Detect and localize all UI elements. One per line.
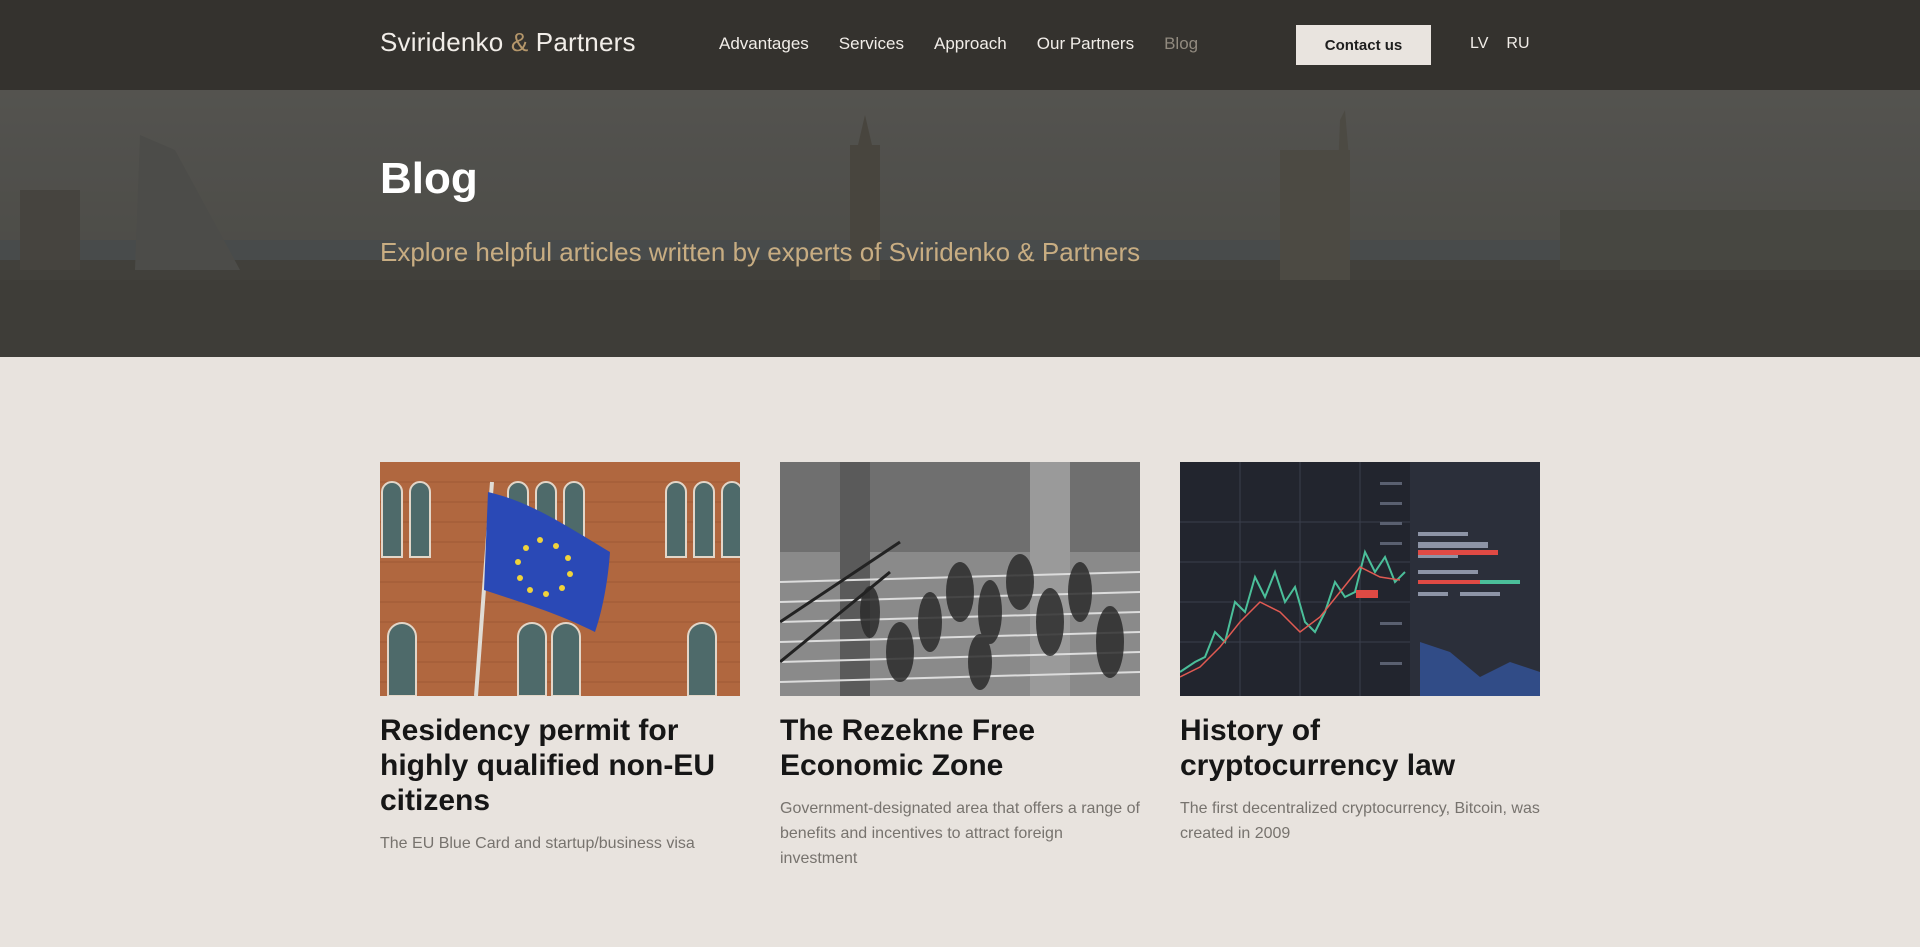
hero-banner: Blog Explore helpful articles written by… [0,90,1920,357]
nav-link-advantages[interactable]: Advantages [719,34,809,54]
blog-card-image-crypto-chart[interactable] [1180,462,1540,696]
hero-overlay [0,90,1920,357]
blog-card-title[interactable]: The Rezekne Free Economic Zone [780,713,1140,783]
blog-card-description: The first decentralized cryptocurrency, … [1180,800,1540,842]
blog-card-title[interactable]: Residency permit for highly qualified no… [380,713,740,818]
logo-ampersand: & [510,27,529,57]
nav-link-services[interactable]: Services [839,34,904,54]
blog-card[interactable]: Residency permit for highly qualified no… [380,462,740,871]
site-header: Sviridenko & Partners Advantages Service… [0,0,1920,90]
blog-post-list: Residency permit for highly qualified no… [380,462,1540,871]
blog-card-image-eu-flag[interactable] [380,462,740,696]
blog-card-image-crowd-stairs[interactable] [780,462,1140,696]
blog-card-description: The EU Blue Card and startup/business vi… [380,835,695,852]
logo-text-left: Sviridenko [380,27,511,57]
nav-link-approach[interactable]: Approach [934,34,1007,54]
logo[interactable]: Sviridenko & Partners [380,27,636,58]
nav-link-blog[interactable]: Blog [1164,34,1198,54]
page-title: Blog [380,154,478,203]
blog-card[interactable]: The Rezekne Free Economic Zone Governmen… [780,462,1140,871]
nav-link-our-partners[interactable]: Our Partners [1037,34,1134,54]
blog-card-description: Government-designated area that offers a… [780,800,1140,867]
blog-card-title[interactable]: History of cryptocurrency law [1180,713,1540,783]
main-nav: Advantages Services Approach Our Partner… [719,34,1198,54]
contact-us-button[interactable]: Contact us [1296,25,1431,65]
lang-ru-link[interactable]: RU [1506,35,1529,53]
logo-text-right: Partners [528,27,636,57]
page-subtitle: Explore helpful articles written by expe… [380,237,1141,267]
language-switcher: LV RU [1470,35,1530,53]
lang-lv-link[interactable]: LV [1470,35,1488,53]
blog-card[interactable]: History of cryptocurrency law The first … [1180,462,1540,871]
